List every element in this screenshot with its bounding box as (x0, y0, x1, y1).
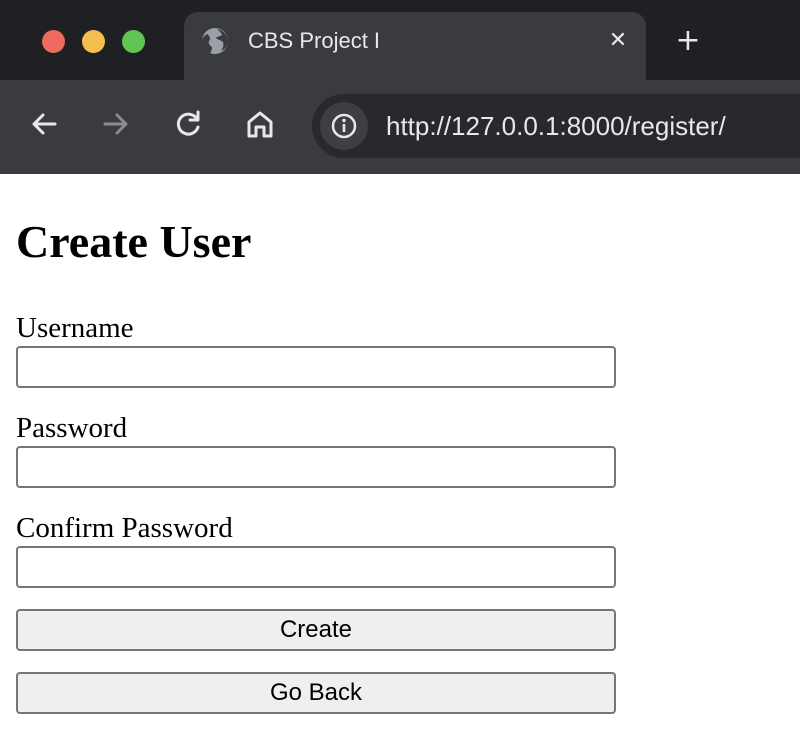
password-label: Password (16, 412, 128, 444)
create-button[interactable]: Create (16, 609, 616, 651)
close-window-button[interactable] (42, 30, 65, 53)
forward-arrow-icon[interactable] (98, 106, 134, 142)
tab-title: CBS Project I (248, 28, 381, 53)
url-text[interactable]: http://127.0.0.1:8000/register/ (386, 107, 726, 145)
confirm-password-label: Confirm Password (16, 512, 233, 544)
globe-icon (200, 26, 230, 56)
username-input[interactable] (16, 346, 616, 388)
minimize-window-button[interactable] (82, 30, 105, 53)
tab-strip: CBS Project I ✕ + (0, 0, 800, 80)
confirm-password-input[interactable] (16, 546, 616, 588)
page-title: Create User (16, 216, 252, 267)
address-bar[interactable]: http://127.0.0.1:8000/register/ (312, 94, 800, 158)
browser-tab[interactable]: CBS Project I ✕ (184, 12, 646, 80)
back-arrow-icon[interactable] (26, 106, 62, 142)
password-input[interactable] (16, 446, 616, 488)
info-icon[interactable] (320, 102, 368, 150)
home-icon[interactable] (242, 106, 278, 142)
browser-chrome: CBS Project I ✕ + http://127.0.0.1:8000/… (0, 0, 800, 174)
reload-icon[interactable] (170, 106, 206, 142)
go-back-button[interactable]: Go Back (16, 672, 616, 714)
new-tab-button[interactable]: + (670, 24, 706, 58)
close-tab-icon[interactable]: ✕ (602, 25, 634, 57)
zoom-window-button[interactable] (122, 30, 145, 53)
browser-toolbar: http://127.0.0.1:8000/register/ (0, 80, 800, 174)
username-label: Username (16, 312, 134, 344)
